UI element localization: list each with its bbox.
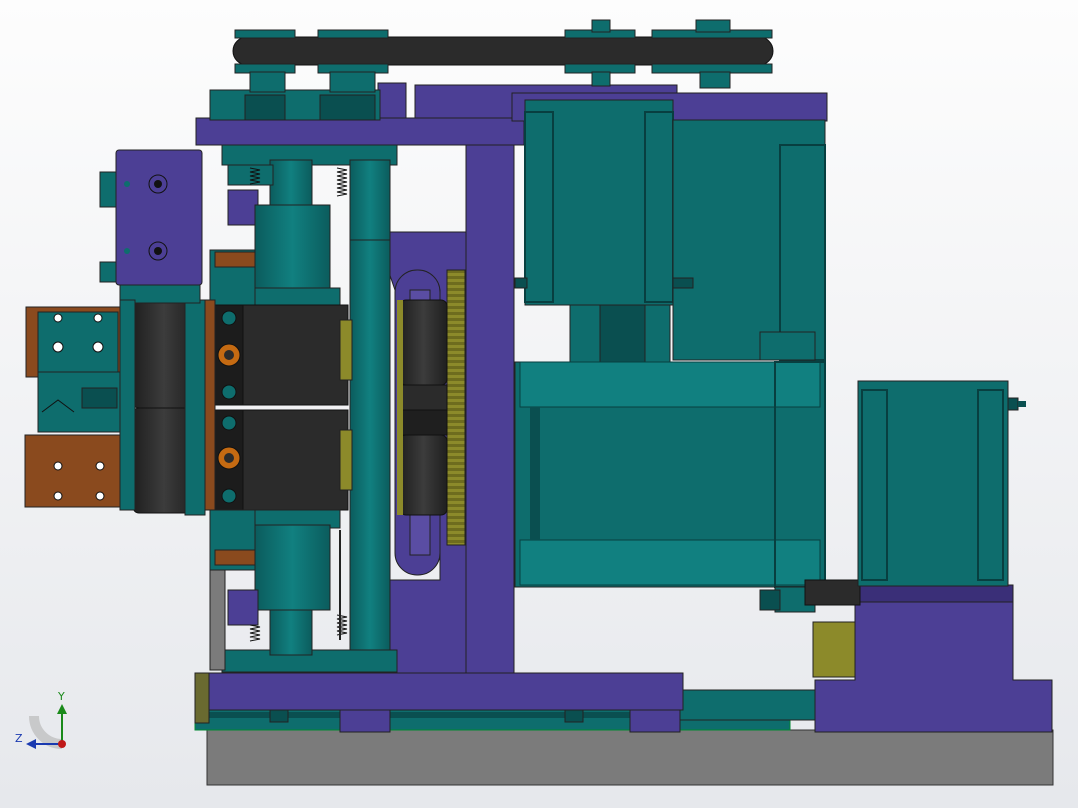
right-motor-flange [854,584,1014,603]
drive-gear [397,269,466,546]
left-mount-block [99,149,203,286]
central-shaft [349,239,391,671]
main-drive-motor [514,361,861,613]
left-brown-bracket [24,299,136,511]
main-column [465,144,515,674]
brown-side-plate [204,299,216,511]
upper-roller-assembly [209,204,353,406]
axis-label-y: Y [57,690,65,703]
timing-belt [232,19,774,93]
right-stepper-motor [857,380,1026,587]
bottom-beam-end [194,672,210,724]
top-beam [195,117,525,146]
base-plate [206,729,1054,786]
olive-bracket [812,621,856,678]
upper-stepper-motor [514,99,826,364]
axis-label-z: Z [15,732,23,745]
bottom-beam [207,672,684,711]
cad-viewport[interactable]: Y Z [0,0,1078,808]
axis-triad-icon: Y Z [15,690,67,749]
